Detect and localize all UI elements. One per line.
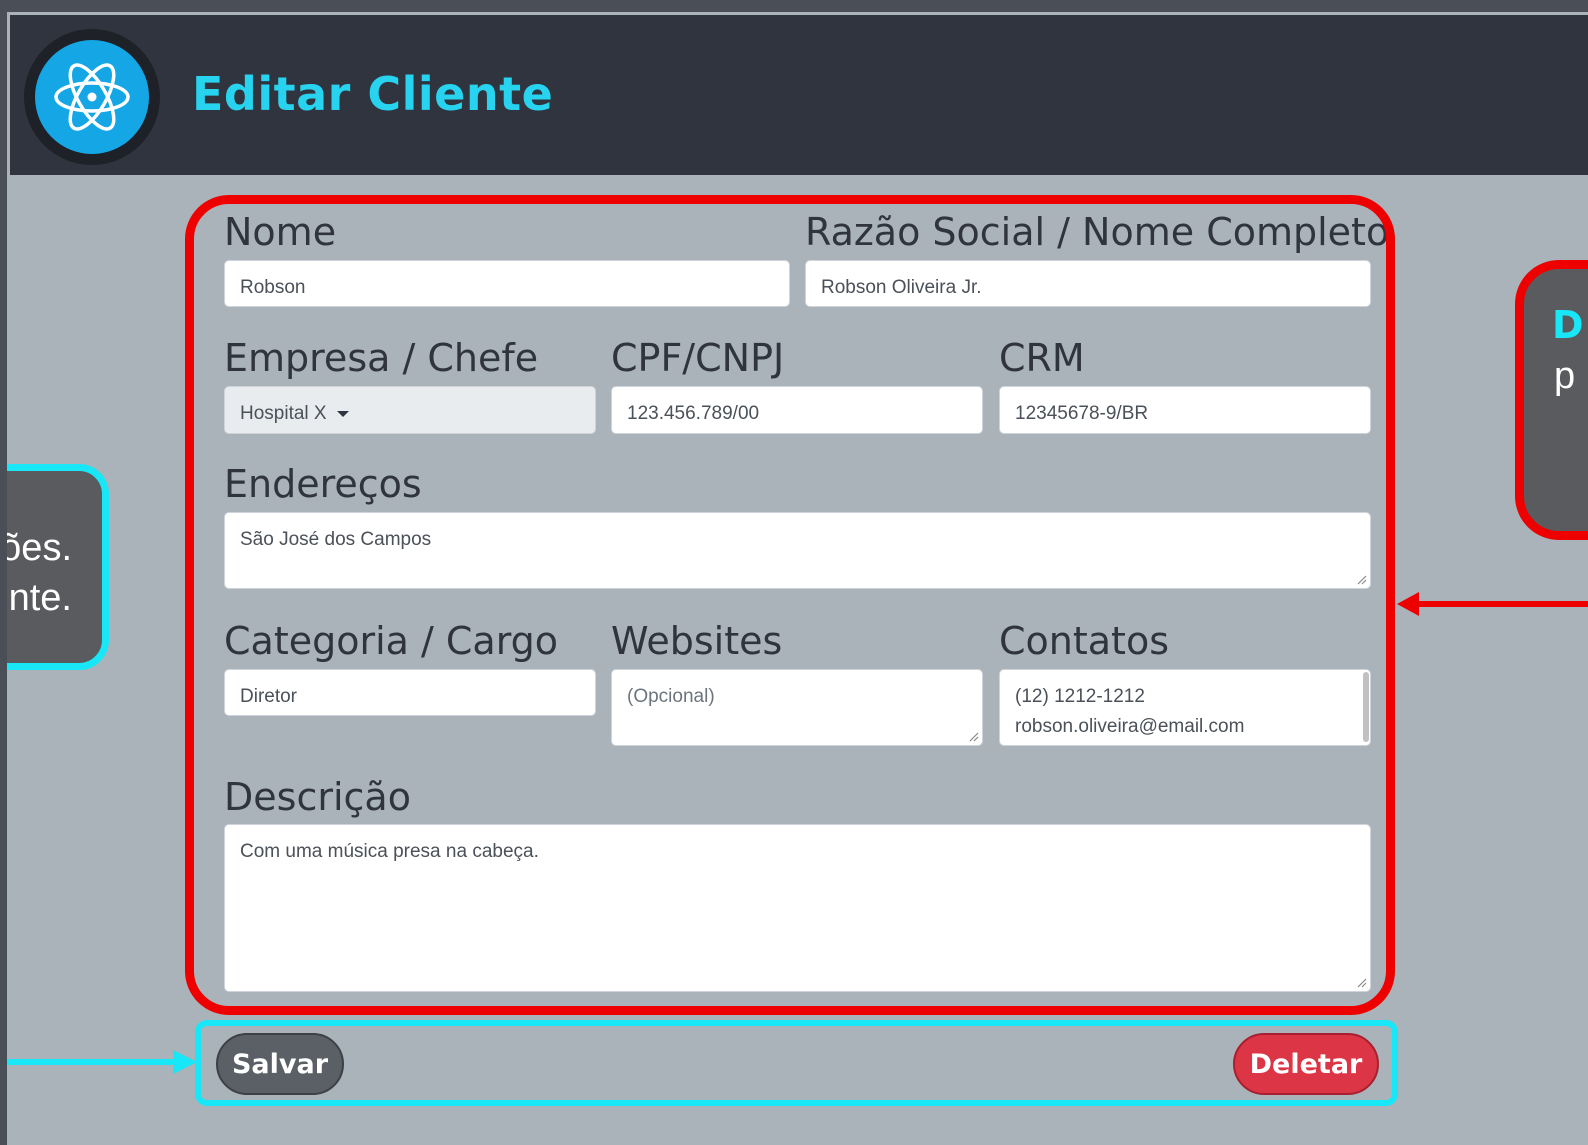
app-frame: Editar Cliente Nome Robson Razão Social … bbox=[7, 12, 1588, 1145]
cyan-arrow bbox=[7, 1050, 197, 1074]
red-arrow bbox=[1397, 592, 1588, 616]
annotation-arrows bbox=[7, 592, 1588, 1074]
